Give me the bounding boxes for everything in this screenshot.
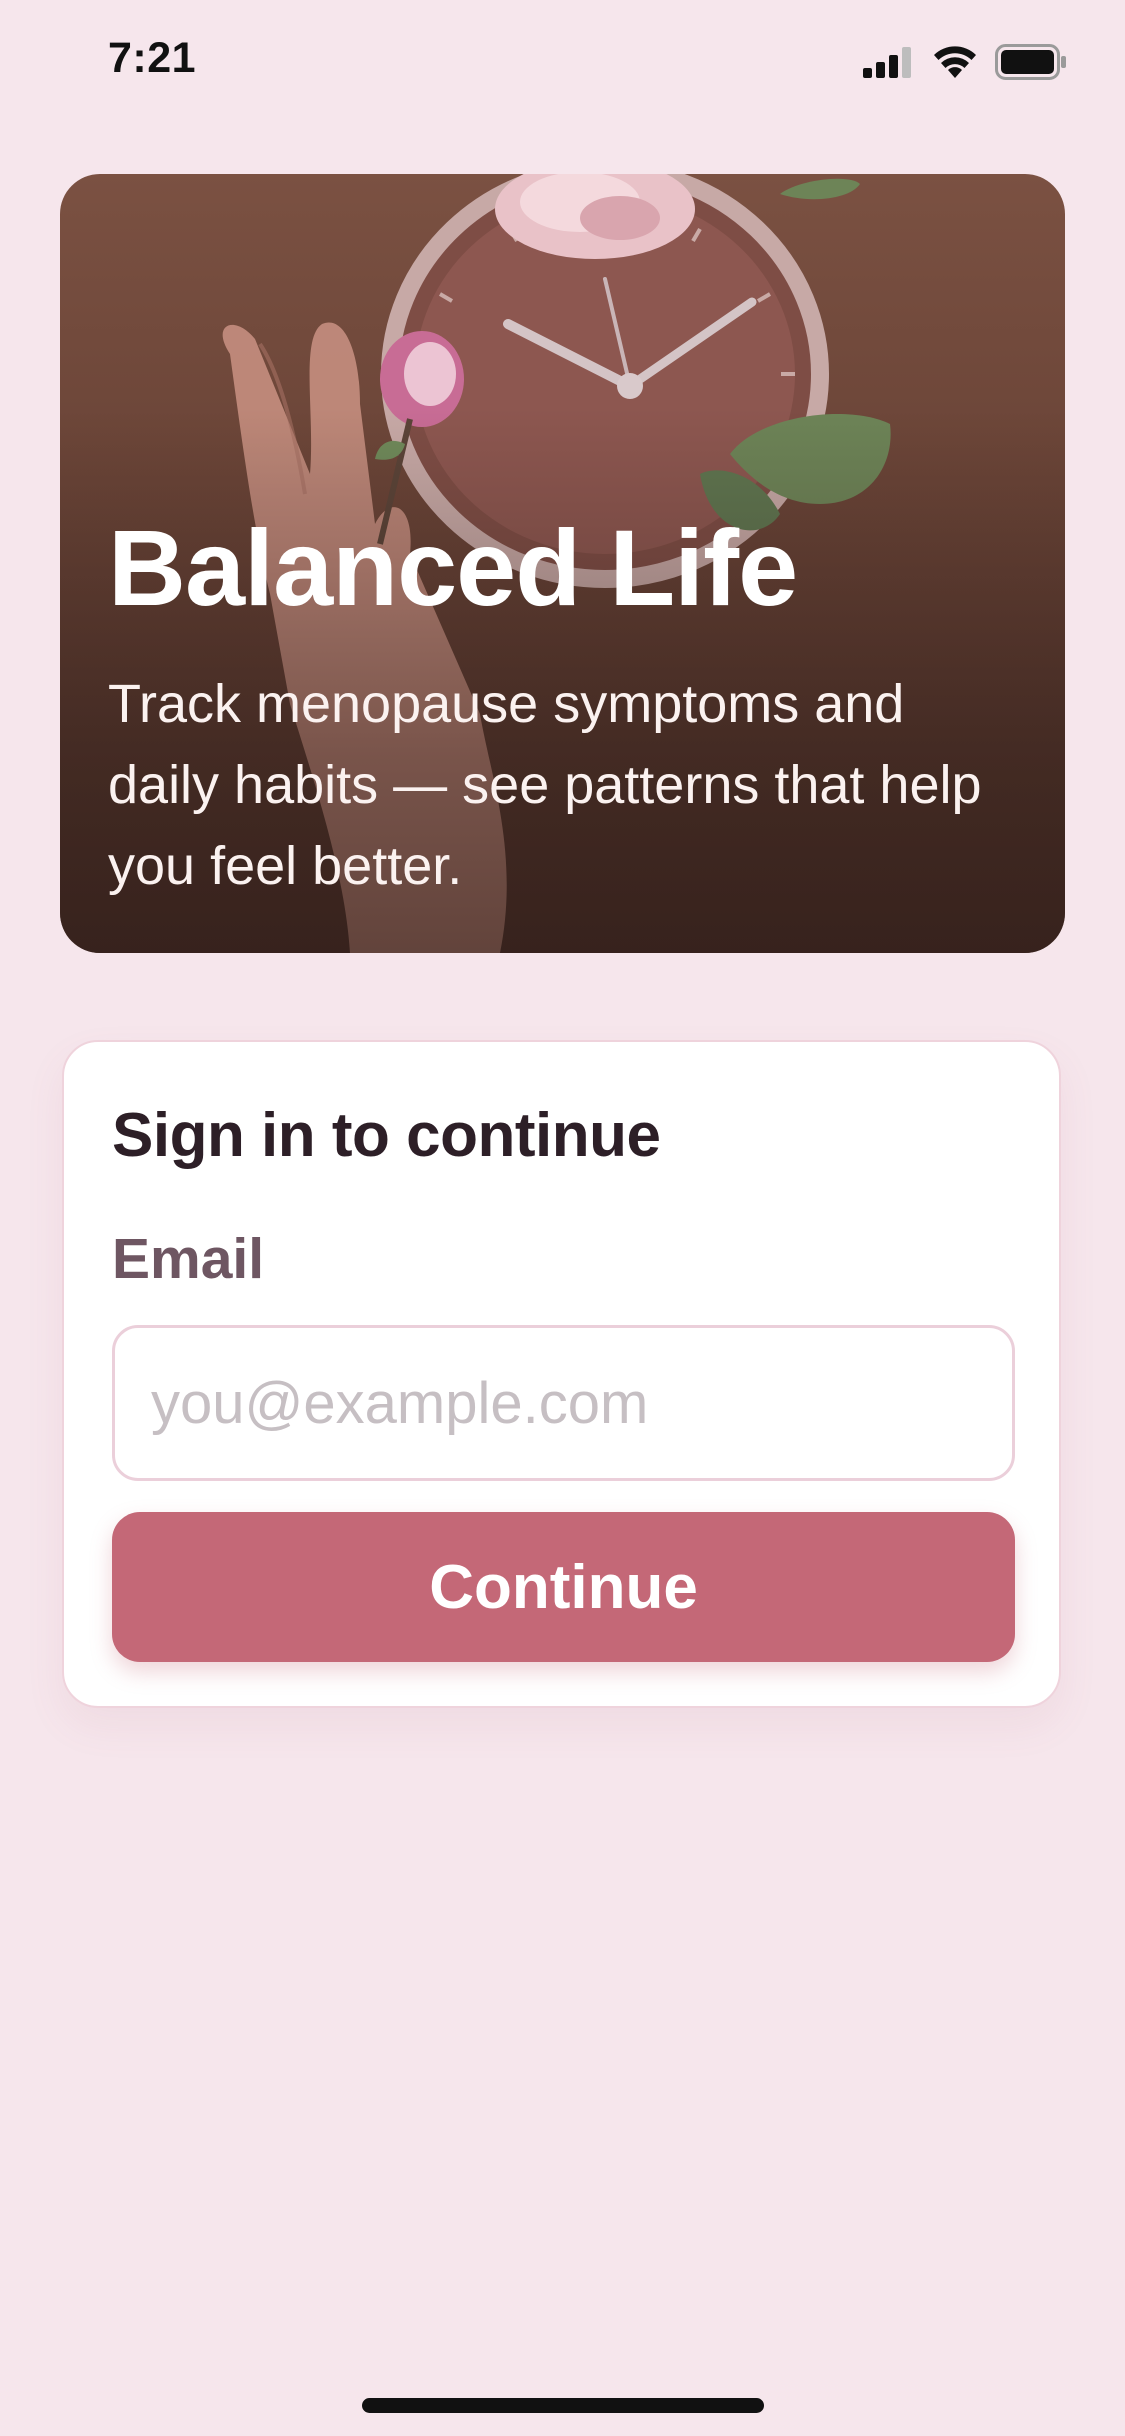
app-title: Balanced Life <box>108 507 798 628</box>
hero-card: Balanced Life Track menopause symptoms a… <box>60 174 1065 953</box>
battery-icon <box>995 44 1066 80</box>
signin-card: Sign in to continue Email Continue <box>62 1040 1061 1708</box>
home-indicator[interactable] <box>362 2398 764 2413</box>
continue-button[interactable]: Continue <box>112 1512 1015 1662</box>
status-time: 7:21 <box>108 34 197 82</box>
signin-heading: Sign in to continue <box>112 1101 661 1170</box>
email-field[interactable] <box>112 1325 1015 1481</box>
status-bar: 7:21 <box>0 0 1125 130</box>
app-tagline: Track menopause symptoms and daily habit… <box>108 674 982 896</box>
email-label: Email <box>112 1227 265 1291</box>
status-icons <box>863 44 1067 80</box>
wifi-icon <box>934 46 976 78</box>
cellular-signal-icon <box>863 47 911 78</box>
